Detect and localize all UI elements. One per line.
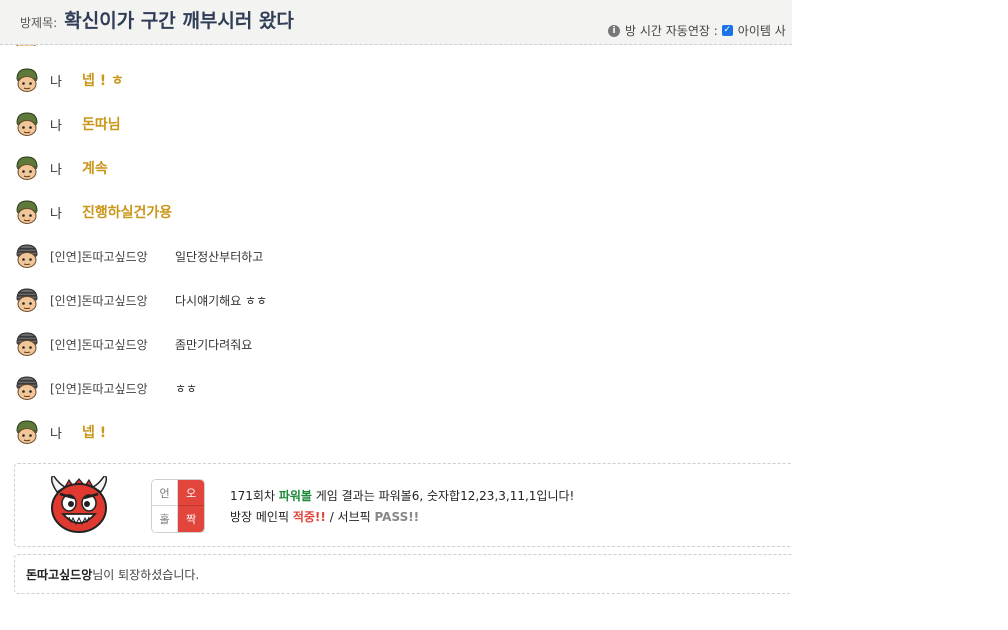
system-notice: 돈따고싶드앙님이 퇴장하셨습니다. xyxy=(14,554,792,594)
message-sender[interactable]: [인연]돈따고싶드앙 xyxy=(50,380,175,397)
message-sender: 나 xyxy=(50,206,62,222)
user-avatar-icon xyxy=(14,331,40,357)
user-avatar-icon xyxy=(14,375,40,401)
result-cell-even: 짝 xyxy=(178,506,204,532)
sub-pick-label: / 서브픽 xyxy=(325,510,375,524)
message-sender: 나 xyxy=(50,426,62,442)
result-cell-un: 언 xyxy=(152,480,178,506)
result-cell-o: 오 xyxy=(178,480,204,506)
page-title: 확신이가 구간 깨부시러 왔다 xyxy=(64,10,294,32)
room-time-label: 방 시간 자동연장 : xyxy=(625,24,718,38)
user-avatar-icon xyxy=(14,243,40,269)
message-sender: 나 xyxy=(50,162,62,178)
result-round: 171회차 xyxy=(230,489,279,503)
info-icon[interactable]: i xyxy=(608,24,620,37)
message-text: ㅎㅎ xyxy=(175,381,198,396)
notice-message: 님이 퇴장하셨습니다. xyxy=(92,568,200,582)
chat-message: 나 진행하실건가용 xyxy=(14,198,172,226)
message-text: 계속 xyxy=(82,161,108,177)
result-numbers: 게임 결과는 파워볼6, 숫자합12,23,3,11,1입니다! xyxy=(311,489,575,503)
item-label: 아이템 사 xyxy=(737,24,786,38)
room-title-label: 방제목: xyxy=(20,16,58,30)
odd-even-grid: 언 오 홀 짝 xyxy=(151,479,205,533)
result-cell-odd: 홀 xyxy=(152,506,178,532)
message-text: 진행하실건가용 xyxy=(82,205,173,221)
main-pick-label: 방장 메인픽 xyxy=(230,510,293,524)
chat-panel: 나 넵 ! ㅎ 나 돈따님 나 계속 나 진행하실건가용 [인연]돈따고싶드앙 … xyxy=(0,0,792,630)
message-sender: 나 xyxy=(50,118,62,134)
message-text: 넵 ! xyxy=(82,425,107,441)
chat-message: [인연]돈따고싶드앙 ㅎㅎ xyxy=(14,374,197,402)
message-text: 넵 ! ㅎ xyxy=(82,73,124,89)
auto-extend-checkbox[interactable]: ✓ xyxy=(721,25,733,36)
message-sender[interactable]: [인연]돈따고싶드앙 xyxy=(50,292,175,309)
main-pick-status: 적중!! xyxy=(292,510,326,524)
message-text: 일단정산부터하고 xyxy=(175,249,264,264)
user-avatar-icon xyxy=(14,199,40,225)
game-result-box: 언 오 홀 짝 171회차 파워볼 게임 결과는 파워볼6, 숫자합12,23,… xyxy=(14,463,792,547)
user-avatar-icon xyxy=(14,155,40,181)
result-text: 171회차 파워볼 게임 결과는 파워볼6, 숫자합12,23,3,11,1입니… xyxy=(230,486,574,528)
chat-message: 나 넵 ! ㅎ xyxy=(14,66,124,94)
devil-mascot-icon xyxy=(50,476,108,533)
room-title: 방제목: 확신이가 구간 깨부시러 왔다 xyxy=(20,6,294,33)
chat-message: [인연]돈따고싶드앙 좀만기다려줘요 xyxy=(14,330,252,358)
chat-message: [인연]돈따고싶드앙 일단정산부터하고 xyxy=(14,242,263,270)
user-avatar-icon xyxy=(14,419,40,445)
room-header: 방제목: 확신이가 구간 깨부시러 왔다 i 방 시간 자동연장 : ✓ 아이템… xyxy=(0,0,792,45)
chat-message: 나 계속 xyxy=(14,154,108,182)
message-sender: 나 xyxy=(50,74,62,90)
message-text: 좀만기다려줘요 xyxy=(175,337,253,352)
user-avatar-icon xyxy=(14,111,40,137)
room-options: i 방 시간 자동연장 : ✓ 아이템 사 xyxy=(608,22,786,39)
notice-text: 돈따고싶드앙님이 퇴장하셨습니다. xyxy=(26,566,199,583)
result-line-1: 171회차 파워볼 게임 결과는 파워볼6, 숫자합12,23,3,11,1입니… xyxy=(230,486,574,507)
sub-pick-status: PASS!! xyxy=(374,510,420,524)
chat-message: [인연]돈따고싶드앙 다시얘기해요 ㅎㅎ xyxy=(14,286,267,314)
result-line-2: 방장 메인픽 적중!! / 서브픽 PASS!! xyxy=(230,507,574,528)
message-text: 돈따님 xyxy=(82,117,121,133)
message-sender[interactable]: [인연]돈따고싶드앙 xyxy=(50,336,175,353)
user-avatar-icon xyxy=(14,287,40,313)
user-avatar-icon xyxy=(14,67,40,93)
chat-message: 나 넵 ! xyxy=(14,418,106,446)
message-text: 다시얘기해요 ㅎㅎ xyxy=(175,293,268,308)
chat-message: 나 돈따님 xyxy=(14,110,121,138)
game-name: 파워볼 xyxy=(278,489,312,503)
message-sender[interactable]: [인연]돈따고싶드앙 xyxy=(50,248,175,265)
notice-user-name[interactable]: 돈따고싶드앙 xyxy=(26,568,92,582)
